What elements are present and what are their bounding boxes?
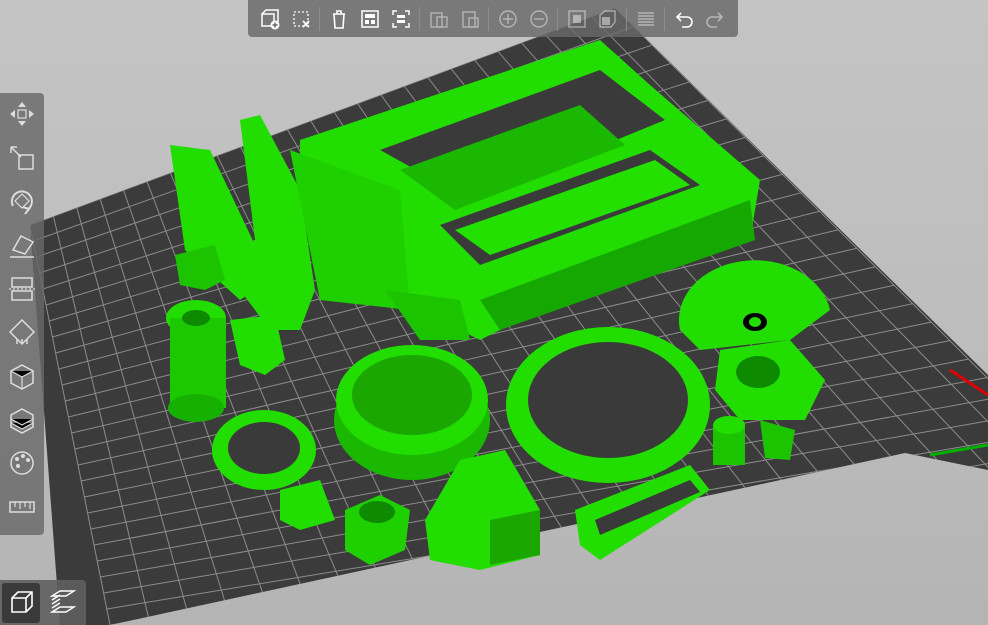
multimaterial-paint-tool-button[interactable] xyxy=(5,448,39,480)
arrange-button[interactable] xyxy=(357,6,383,32)
measure-icon xyxy=(9,501,35,513)
fdm-support-icon xyxy=(10,407,34,434)
top-toolbar xyxy=(248,0,738,37)
toolbar-separator xyxy=(419,6,420,31)
redo-button[interactable] xyxy=(702,6,728,32)
toolbar-separator xyxy=(319,6,320,31)
cut-icon xyxy=(9,276,35,301)
split-objects-button[interactable] xyxy=(564,6,590,32)
delete-button[interactable] xyxy=(288,6,314,32)
scale-tool-button[interactable] xyxy=(5,142,39,174)
support-paint-tool-button[interactable] xyxy=(5,317,39,349)
place-on-face-tool-button[interactable] xyxy=(5,229,39,261)
model-knob-cylinder[interactable] xyxy=(166,300,226,422)
delete-all-icon xyxy=(332,9,345,29)
remove-instance-icon xyxy=(529,9,548,28)
toolbar-separator xyxy=(557,6,558,31)
paste-icon xyxy=(461,10,479,28)
undo-icon xyxy=(675,11,693,28)
rotate-tool-button[interactable] xyxy=(5,185,39,217)
toolbar-separator xyxy=(488,6,489,31)
rotate-icon xyxy=(10,190,33,215)
move-tool-button[interactable] xyxy=(5,98,39,130)
split-parts-button[interactable] xyxy=(595,6,621,32)
model-large-ring[interactable] xyxy=(506,327,710,483)
seam-paint-tool-button[interactable] xyxy=(5,360,39,392)
delete-all-button[interactable] xyxy=(326,6,352,32)
redo-icon xyxy=(705,11,723,28)
place-on-face-icon xyxy=(10,234,35,258)
paste-button[interactable] xyxy=(457,6,483,32)
cut-tool-button[interactable] xyxy=(5,273,39,305)
copy-icon xyxy=(429,11,448,28)
copy-button[interactable] xyxy=(426,6,452,32)
3d-view-button[interactable] xyxy=(2,582,40,623)
split-parts-icon xyxy=(598,9,616,28)
layers-editing-button[interactable] xyxy=(633,6,659,32)
layers-editing-icon xyxy=(637,11,654,26)
model-small-cylinder[interactable] xyxy=(713,416,745,465)
toolbar-separator xyxy=(626,6,627,31)
add-instance-button[interactable] xyxy=(495,6,521,32)
add-object-button[interactable] xyxy=(257,6,283,32)
multimaterial-paint-icon xyxy=(10,451,34,476)
fdm-support-tool-button[interactable] xyxy=(5,404,39,436)
left-toolbar xyxy=(0,93,44,535)
arrange-icon xyxy=(360,9,379,28)
3d-scene[interactable] xyxy=(0,0,988,625)
scale-icon xyxy=(10,145,34,170)
move-icon xyxy=(10,101,34,126)
toolbar-separator xyxy=(664,6,665,31)
split-objects-icon xyxy=(567,9,586,28)
arrange-selection-button[interactable] xyxy=(388,6,414,32)
add-instance-icon xyxy=(498,9,517,28)
add-object-icon xyxy=(260,8,279,29)
view-toggle xyxy=(0,580,86,625)
3d-view-icon xyxy=(11,590,33,613)
model-gear-ring-small[interactable] xyxy=(212,410,316,490)
measure-tool-button[interactable] xyxy=(5,491,39,523)
preview-layers-button[interactable] xyxy=(44,583,82,623)
seam-paint-icon xyxy=(10,364,34,390)
delete-icon xyxy=(292,10,310,28)
undo-button[interactable] xyxy=(671,6,697,32)
arrange-selection-icon xyxy=(391,9,410,28)
remove-instance-button[interactable] xyxy=(526,6,552,32)
preview-layers-icon xyxy=(49,589,77,613)
support-paint-icon xyxy=(8,319,36,346)
